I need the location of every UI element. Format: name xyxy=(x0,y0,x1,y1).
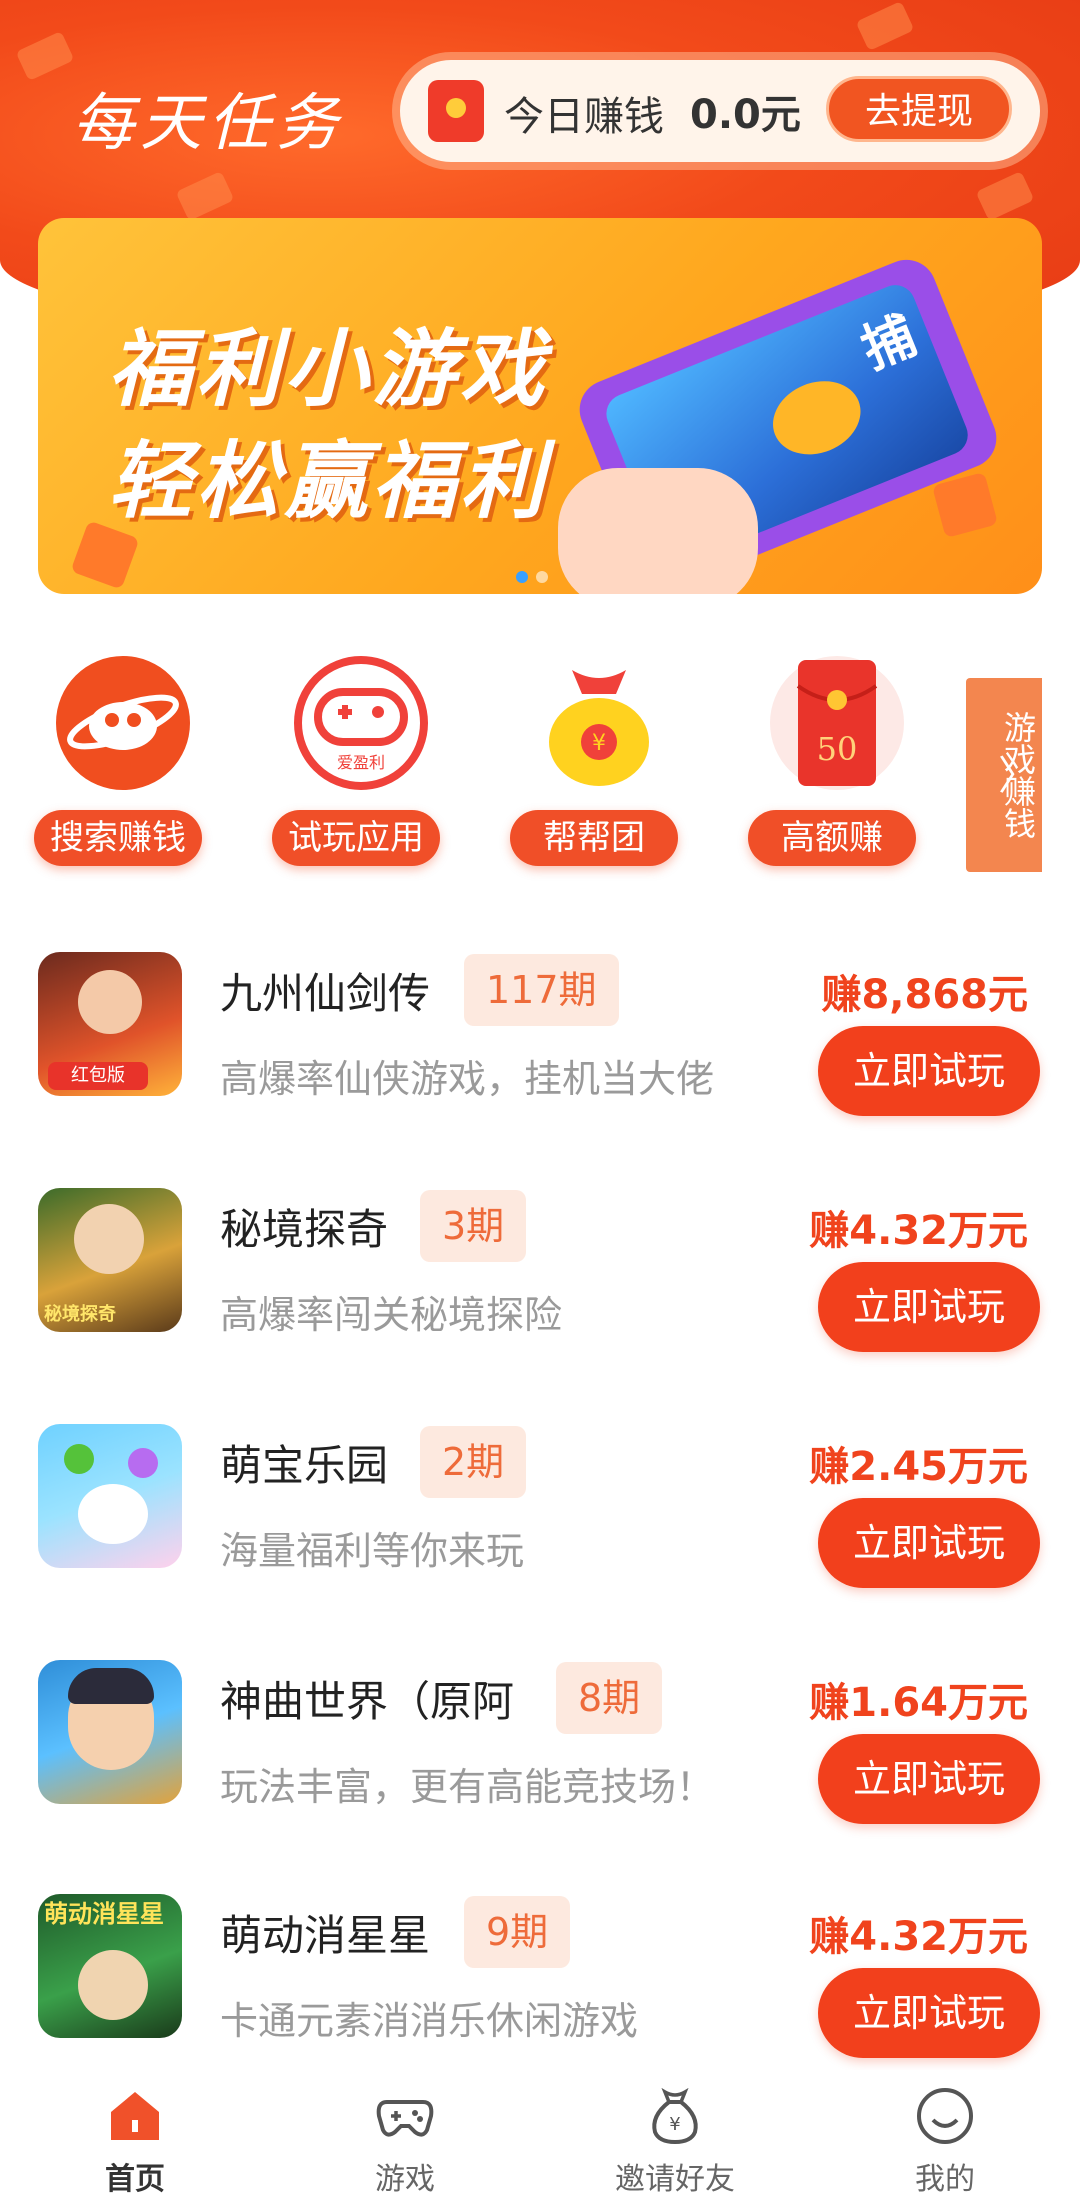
nav-tab-label: 邀请好友 xyxy=(615,2162,735,2197)
game-reward: 赚2.45万元 xyxy=(809,1444,1028,1490)
try-now-button[interactable]: 立即试玩 xyxy=(818,1734,1040,1824)
nav-tab-label: 首页 xyxy=(105,2162,165,2197)
game-reward: 赚8,868元 xyxy=(821,972,1028,1018)
quick-entry-label: 搜索赚钱 xyxy=(34,810,202,866)
game-reward: 赚4.32万元 xyxy=(809,1208,1028,1254)
game-description: 海量福利等你来玩 xyxy=(220,1529,525,1573)
banner-pagination xyxy=(516,568,556,587)
game-reward: 赚4.32万元 xyxy=(809,1914,1028,1960)
game-period-badge: 117期 xyxy=(464,954,619,1026)
today-earnings-label: 今日赚钱 xyxy=(504,94,664,140)
confetti-decoration xyxy=(15,30,75,82)
red-envelope-icon: 50 xyxy=(770,656,904,790)
game-thumbnail: 红包版 xyxy=(38,952,182,1096)
game-name: 九州仙剑传 xyxy=(220,969,431,1018)
game-name: 秘境探奇 xyxy=(220,1205,389,1254)
game-badge: 萌动消星星 xyxy=(44,1900,164,1928)
game-list-item[interactable]: 秘境探奇 秘境探奇 3期 高爆率闯关秘境探险 赚4.32万元 立即试玩 xyxy=(0,1186,1080,1352)
page-title: 每天任务 xyxy=(72,86,345,159)
nav-tab-label: 游戏 xyxy=(375,2162,435,2197)
today-earnings-amount: 0.0元 xyxy=(690,92,801,138)
try-now-button[interactable]: 立即试玩 xyxy=(818,1262,1040,1352)
game-thumbnail: 萌动消星星 xyxy=(38,1894,182,2038)
game-list-item[interactable]: 红包版 九州仙剑传 117期 高爆率仙侠游戏，挂机当大佬 赚8,868元 立即试… xyxy=(0,950,1080,1116)
gamepad-icon: 爱盈利 xyxy=(294,656,428,790)
phone-screen-text: 捕 xyxy=(853,305,925,381)
quick-entry-label: 帮帮团 xyxy=(510,810,678,866)
game-name: 萌动消星星 xyxy=(220,1911,431,1960)
quick-entry-label: 试玩应用 xyxy=(272,810,440,866)
game-thumbnail xyxy=(38,1660,182,1804)
game-list-item[interactable]: 神曲世界（原阿 8期 玩法丰富，更有高能竞技场！ 赚1.64万元 立即试玩 xyxy=(0,1658,1080,1824)
game-reward: 赚1.64万元 xyxy=(809,1680,1028,1726)
quick-entry-label: 高额赚 xyxy=(748,810,916,866)
game-period-badge: 8期 xyxy=(556,1662,663,1734)
game-list-item[interactable]: 萌动消星星 萌动消星星 9期 卡通元素消消乐休闲游戏 赚4.32万元 立即试玩 xyxy=(0,1892,1080,2058)
pagination-dot xyxy=(536,571,548,583)
game-thumbnail xyxy=(38,1424,182,1568)
game-period-badge: 3期 xyxy=(420,1190,527,1262)
game-description: 卡通元素消消乐休闲游戏 xyxy=(220,1999,639,2043)
withdraw-button[interactable]: 去提现 xyxy=(826,76,1012,142)
game-list-item[interactable]: 萌宝乐园 2期 海量福利等你来玩 赚2.45万元 立即试玩 xyxy=(0,1422,1080,1588)
today-earnings-pill[interactable]: 今日赚钱 0.0元 去提现 xyxy=(400,60,1040,162)
game-badge: 红包版 xyxy=(48,1062,148,1090)
game-thumbnail: 秘境探奇 xyxy=(38,1188,182,1332)
nav-tab-me[interactable]: 我的 xyxy=(810,2070,1080,2204)
money-bag-icon: ¥ xyxy=(645,2086,705,2146)
banner-headline: 福利小游戏 xyxy=(108,320,549,418)
banner-subheadline: 轻松赢福利 xyxy=(108,432,549,530)
red-envelope-icon xyxy=(428,80,484,142)
nav-tab-label: 我的 xyxy=(915,2162,975,2197)
hand-illustration xyxy=(558,468,758,594)
nav-tab-games[interactable]: 游戏 xyxy=(270,2070,540,2204)
pagination-dot-active xyxy=(516,571,528,583)
game-description: 高爆率仙侠游戏，挂机当大佬 xyxy=(220,1057,715,1101)
fish-illustration xyxy=(761,368,872,468)
gamepad-icon-sublabel: 爱盈利 xyxy=(337,753,385,772)
nav-tab-invite-friends[interactable]: ¥ 邀请好友 xyxy=(540,2070,810,2204)
try-now-button[interactable]: 立即试玩 xyxy=(818,1026,1040,1116)
game-description: 玩法丰富，更有高能竞技场！ xyxy=(220,1765,715,1809)
red-envelope-value: 50 xyxy=(817,730,858,768)
page: 每天任务 今日赚钱 0.0元 去提现 福利小游戏 轻松赢福利 捕 搜索赚钱 爱盈… xyxy=(0,0,1080,2204)
game-period-badge: 2期 xyxy=(420,1426,527,1498)
smile-icon xyxy=(915,2086,975,2146)
gamepad-icon xyxy=(375,2086,435,2146)
game-name: 神曲世界（原阿 xyxy=(220,1677,515,1726)
planet-icon xyxy=(56,656,190,790)
promo-banner[interactable]: 福利小游戏 轻松赢福利 捕 xyxy=(38,218,1042,594)
try-now-button[interactable]: 立即试玩 xyxy=(818,1968,1040,2058)
svg-text:¥: ¥ xyxy=(592,731,606,756)
nav-tab-home[interactable]: 首页 xyxy=(0,2070,270,2204)
quick-entries: 搜索赚钱 爱盈利 试玩应用 ¥ 帮帮团 50 高额赚 xyxy=(0,656,1080,876)
game-earn-side-tab[interactable]: 游戏赚钱 〉 xyxy=(966,678,1042,872)
money-bag-icon: ¥ xyxy=(532,656,666,790)
chevron-right-icon: 〉 xyxy=(998,753,1038,799)
bottom-navigation: 首页 游戏 ¥ 邀请好友 我的 xyxy=(0,2070,1080,2204)
game-name: 萌宝乐园 xyxy=(220,1441,389,1490)
game-period-badge: 9期 xyxy=(464,1896,571,1968)
cube-decoration xyxy=(931,471,999,539)
svg-text:¥: ¥ xyxy=(669,2114,680,2135)
try-now-button[interactable]: 立即试玩 xyxy=(818,1498,1040,1588)
confetti-decoration xyxy=(855,0,915,52)
confetti-decoration xyxy=(175,170,235,222)
confetti-decoration xyxy=(975,170,1035,222)
game-badge: 秘境探奇 xyxy=(44,1304,116,1325)
game-description: 高爆率闯关秘境探险 xyxy=(220,1293,563,1337)
home-icon xyxy=(105,2086,165,2146)
